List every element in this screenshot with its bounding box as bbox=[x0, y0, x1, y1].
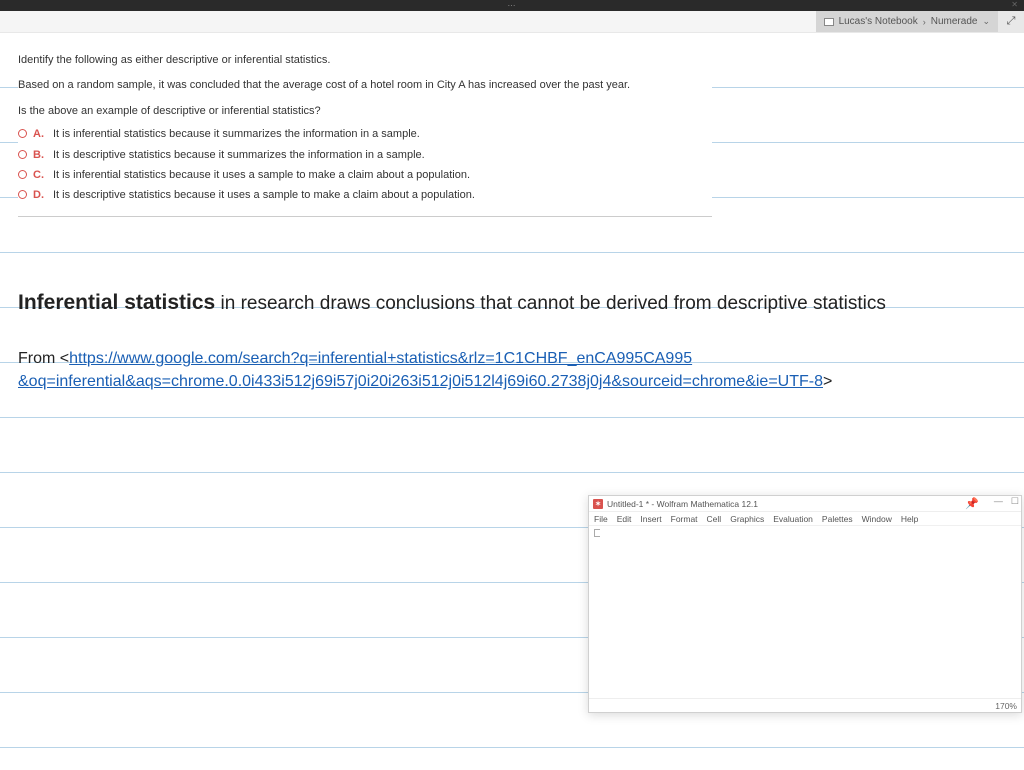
option-text: It is inferential statistics because it … bbox=[53, 168, 470, 183]
menu-edit[interactable]: Edit bbox=[617, 514, 632, 524]
options-list: A. It is inferential statistics because … bbox=[18, 127, 712, 204]
note-definition: Inferential statistics in research draws… bbox=[18, 291, 978, 315]
question-prompt: Is the above an example of descriptive o… bbox=[18, 104, 712, 119]
mathematica-menubar: File Edit Insert Format Cell Graphics Ev… bbox=[589, 512, 1021, 526]
breadcrumb-page: Numerade bbox=[931, 16, 978, 27]
fullscreen-button[interactable]: ⤢ bbox=[998, 11, 1024, 32]
radio-icon[interactable] bbox=[18, 190, 27, 199]
pin-icon[interactable]: 📌 bbox=[965, 497, 979, 510]
radio-icon[interactable] bbox=[18, 129, 27, 138]
menu-format[interactable]: Format bbox=[671, 514, 698, 524]
notebook-icon bbox=[824, 18, 834, 26]
breadcrumb-bar: Lucas's Notebook › Numerade ⌄ ⤢ bbox=[0, 11, 1024, 33]
option-text: It is descriptive statistics because it … bbox=[53, 148, 425, 163]
mathematica-statusbar: 170% bbox=[589, 698, 1021, 712]
mathematica-window[interactable]: ✶ Untitled-1 * - Wolfram Mathematica 12.… bbox=[588, 495, 1022, 713]
app-titlebar: ⋯ ✕ bbox=[0, 0, 1024, 11]
mathematica-titlebar[interactable]: ✶ Untitled-1 * - Wolfram Mathematica 12.… bbox=[589, 496, 1021, 512]
radio-icon[interactable] bbox=[18, 150, 27, 159]
question-block: Identify the following as either descrip… bbox=[18, 53, 712, 217]
note-bold-term: Inferential statistics bbox=[18, 291, 215, 314]
option-text: It is inferential statistics because it … bbox=[53, 127, 420, 142]
window-buttons: — ☐ bbox=[994, 496, 1019, 507]
menu-evaluation[interactable]: Evaluation bbox=[773, 514, 813, 524]
from-label: From < bbox=[18, 350, 69, 367]
note-rest: in research draws conclusions that canno… bbox=[215, 293, 886, 314]
breadcrumb[interactable]: Lucas's Notebook › Numerade ⌄ bbox=[816, 11, 998, 32]
mathematica-icon: ✶ bbox=[593, 499, 603, 509]
mathematica-body[interactable] bbox=[589, 526, 1021, 698]
menu-window[interactable]: Window bbox=[862, 514, 892, 524]
option-a[interactable]: A. It is inferential statistics because … bbox=[18, 127, 712, 142]
breadcrumb-notebook: Lucas's Notebook bbox=[839, 16, 918, 27]
question-scenario: Based on a random sample, it was conclud… bbox=[18, 78, 712, 93]
notebook-page: Identify the following as either descrip… bbox=[0, 33, 1024, 770]
question-intro: Identify the following as either descrip… bbox=[18, 53, 712, 68]
chevron-right-icon: › bbox=[923, 17, 926, 27]
option-c[interactable]: C. It is inferential statistics because … bbox=[18, 168, 712, 183]
question-divider bbox=[18, 216, 712, 217]
option-letter: B. bbox=[33, 148, 47, 163]
option-b[interactable]: B. It is descriptive statistics because … bbox=[18, 148, 712, 163]
option-d[interactable]: D. It is descriptive statistics because … bbox=[18, 188, 712, 203]
zoom-level[interactable]: 170% bbox=[995, 701, 1017, 711]
radio-icon[interactable] bbox=[18, 170, 27, 179]
option-letter: C. bbox=[33, 168, 47, 183]
option-letter: D. bbox=[33, 188, 47, 203]
menu-graphics[interactable]: Graphics bbox=[730, 514, 764, 524]
note-source: From <https://www.google.com/search?q=in… bbox=[18, 347, 998, 393]
menu-help[interactable]: Help bbox=[901, 514, 918, 524]
chevron-down-icon[interactable]: ⌄ bbox=[982, 16, 990, 27]
menu-cell[interactable]: Cell bbox=[707, 514, 722, 524]
option-text: It is descriptive statistics because it … bbox=[53, 188, 475, 203]
titlebar-dots: ⋯ bbox=[508, 1, 517, 10]
option-letter: A. bbox=[33, 127, 47, 142]
maximize-icon[interactable]: ☐ bbox=[1011, 496, 1019, 507]
cell-bracket-icon[interactable] bbox=[594, 529, 600, 537]
menu-palettes[interactable]: Palettes bbox=[822, 514, 853, 524]
close-angle: > bbox=[823, 373, 832, 390]
mathematica-title: Untitled-1 * - Wolfram Mathematica 12.1 bbox=[607, 499, 758, 509]
minimize-icon[interactable]: — bbox=[994, 496, 1003, 507]
close-icon[interactable]: ✕ bbox=[1011, 0, 1018, 9]
source-link[interactable]: https://www.google.com/search?q=inferent… bbox=[18, 350, 823, 390]
menu-file[interactable]: File bbox=[594, 514, 608, 524]
expand-icon: ⤢ bbox=[1007, 15, 1016, 28]
menu-insert[interactable]: Insert bbox=[640, 514, 661, 524]
